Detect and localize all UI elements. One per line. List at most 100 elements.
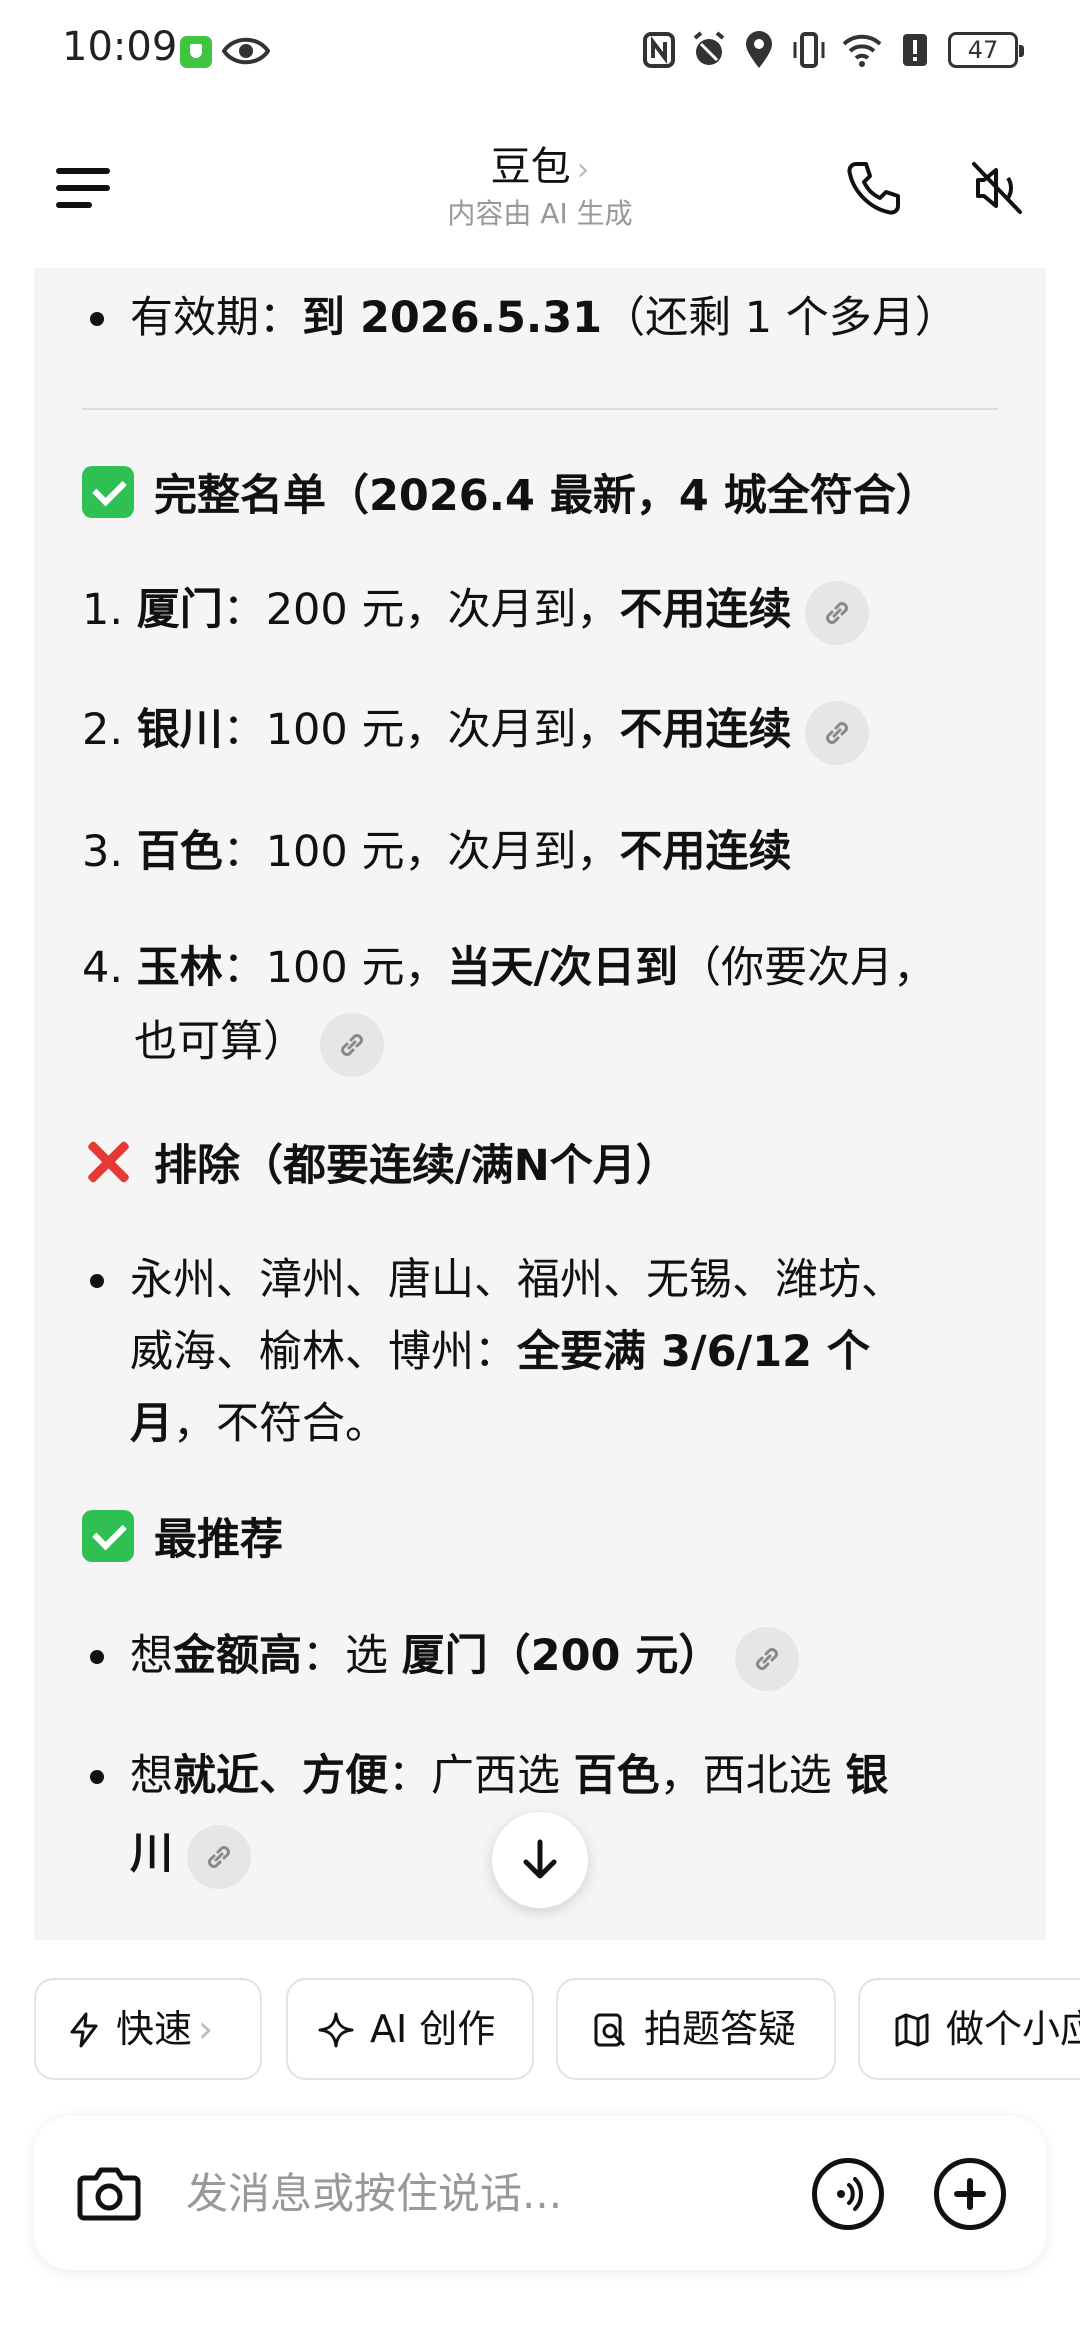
chat-header: 豆包 › 内容由 AI 生成 xyxy=(0,120,1080,260)
bullet xyxy=(90,1274,104,1288)
validity-value: 到 2026.5.31 xyxy=(302,293,603,343)
list-item: 2. 银川：100 元，次月到，不用连续 xyxy=(82,696,870,765)
excluded-line: 永州、漳州、唐山、福州、无锡、潍坊、 xyxy=(130,1255,904,1305)
speaker-mute-button[interactable] xyxy=(964,156,1028,220)
link-icon xyxy=(341,1033,363,1056)
item-text: ：200 元，次月到， xyxy=(222,585,620,635)
sparkle-icon xyxy=(318,2012,354,2048)
rec-text: ，西北选 xyxy=(659,1751,846,1801)
source-link-button[interactable] xyxy=(320,1012,384,1077)
chip-label: 拍题答疑 xyxy=(644,2007,797,2051)
list-item: 3. 百色：100 元，次月到，不用连续 xyxy=(82,818,791,886)
item-number: 2. xyxy=(82,705,124,755)
lightning-icon xyxy=(70,2012,98,2048)
nfc-icon xyxy=(643,32,675,68)
validity-line: 有效期：到 2026.5.31（还剩 1 个多月） xyxy=(130,284,958,352)
full-list-heading-text: 完整名单（2026.4 最新，4 城全符合） xyxy=(154,471,939,521)
recommend-heading: 最推荐 xyxy=(82,1506,283,1574)
excluded-bold: 月 xyxy=(130,1399,173,1449)
chip-mini-app[interactable]: 做个小应 xyxy=(858,1978,1080,2080)
recommend-heading-text: 最推荐 xyxy=(154,1515,283,1565)
excluded-heading-text: 排除（都要连续/满N个月） xyxy=(154,1141,679,1191)
status-time: 10:09 xyxy=(62,24,178,70)
red-cross-icon xyxy=(82,1136,134,1188)
source-link-button[interactable] xyxy=(805,700,870,765)
ai-disclaimer: 内容由 AI 生成 xyxy=(447,197,633,230)
excluded-heading: 排除（都要连续/满N个月） xyxy=(82,1132,679,1200)
chip-label: AI 创作 xyxy=(370,2007,496,2051)
alert-icon xyxy=(903,34,927,66)
source-link-button[interactable] xyxy=(735,1626,800,1691)
source-link-button[interactable] xyxy=(805,580,870,645)
add-attachment-button[interactable] xyxy=(934,2158,1006,2230)
validity-note: （还剩 1 个多月） xyxy=(602,293,958,343)
status-bar: 10:09 47 xyxy=(0,0,1080,100)
link-icon xyxy=(826,721,849,744)
wifi-icon xyxy=(842,34,882,67)
item-number: 1. xyxy=(82,585,124,635)
bullet xyxy=(90,1650,104,1664)
bullet xyxy=(90,312,104,326)
excluded-bold: 全要满 3/6/12 个 xyxy=(517,1327,871,1377)
full-list-heading: 完整名单（2026.4 最新，4 城全符合） xyxy=(82,462,939,530)
item-text: ：100 元， xyxy=(222,943,448,993)
excluded-line: 威海、榆林、博州：全要满 3/6/12 个 xyxy=(130,1318,870,1386)
chip-label: 快速 xyxy=(116,2007,193,2051)
vibrate-icon xyxy=(793,32,825,68)
rec-bold: 厦门（200 元） xyxy=(401,1631,722,1681)
green-check-icon xyxy=(82,1510,134,1562)
divider xyxy=(82,408,998,410)
rec-bold: 川 xyxy=(130,1829,173,1879)
item-number: 3. xyxy=(82,827,124,877)
excluded-text: ，不符合。 xyxy=(173,1399,388,1449)
recommend-item-continuation: 川 xyxy=(130,1820,251,1889)
ai-message-card: 有效期：到 2026.5.31（还剩 1 个多月） 完整名单（2026.4 最新… xyxy=(34,268,1046,1940)
chip-fast[interactable]: 快速 › xyxy=(34,1978,262,2080)
recommend-item: 想就近、方便：广西选 百色，西北选 银 xyxy=(130,1742,888,1810)
source-link-button[interactable] xyxy=(187,1824,251,1889)
camera-button[interactable] xyxy=(76,2162,142,2224)
link-icon xyxy=(208,1845,230,1868)
eye-icon xyxy=(222,37,270,65)
alarm-icon xyxy=(693,31,725,65)
chip-photo-question[interactable]: 拍题答疑 xyxy=(556,1978,836,2080)
list-item: 1. 厦门：200 元，次月到，不用连续 xyxy=(82,576,870,645)
battery-icon: 47 xyxy=(948,32,1024,68)
voice-call-button[interactable] xyxy=(812,2158,884,2230)
quick-action-chips: 快速 › AI 创作 拍题答疑 做个小应 xyxy=(34,1978,1080,2080)
item-number: 4. xyxy=(82,943,124,993)
scroll-to-bottom-button[interactable] xyxy=(492,1812,588,1908)
item-condition: 不用连续 xyxy=(619,705,792,755)
chevron-right-icon: › xyxy=(198,2007,214,2051)
item-note: 也可算） xyxy=(134,1017,306,1067)
bot-name-label: 豆包 xyxy=(490,144,571,190)
chip-label: 做个小应 xyxy=(946,2007,1080,2051)
item-city: 玉林 xyxy=(136,943,223,993)
link-icon xyxy=(756,1647,779,1670)
rec-bold: 就近、方便 xyxy=(173,1751,388,1801)
chip-ai-create[interactable]: AI 创作 xyxy=(286,1978,534,2080)
message-input[interactable] xyxy=(186,2156,806,2230)
sound-wave-icon xyxy=(837,2177,863,2211)
item-condition: 不用连续 xyxy=(619,827,792,877)
item-text: ：100 元，次月到， xyxy=(222,827,620,877)
rec-bold: 金额高 xyxy=(173,1631,302,1681)
validity-label: 有效期： xyxy=(130,293,302,343)
status-icons: 47 xyxy=(642,30,1024,70)
message-input-bar xyxy=(34,2116,1046,2270)
item-text: ：100 元，次月到， xyxy=(222,705,620,755)
item-city: 百色 xyxy=(136,827,223,877)
rec-text: ：选 xyxy=(302,1631,402,1681)
list-item: 4. 玉林：100 元，当天/次日到（你要次月， xyxy=(82,934,936,1002)
map-icon xyxy=(895,2013,929,2047)
rec-text: 想 xyxy=(130,1631,173,1681)
item-condition: 当天/次日到 xyxy=(447,943,679,993)
photo-question-icon xyxy=(594,2013,626,2047)
link-icon xyxy=(826,601,849,624)
excluded-text: 威海、榆林、博州： xyxy=(130,1327,517,1377)
phone-call-button[interactable] xyxy=(842,156,906,220)
bot-name[interactable]: 豆包 › xyxy=(0,134,1080,192)
item-note: （你要次月， xyxy=(678,943,937,993)
rec-bold: 百色 xyxy=(573,1751,660,1801)
shield-app-icon xyxy=(180,36,212,68)
